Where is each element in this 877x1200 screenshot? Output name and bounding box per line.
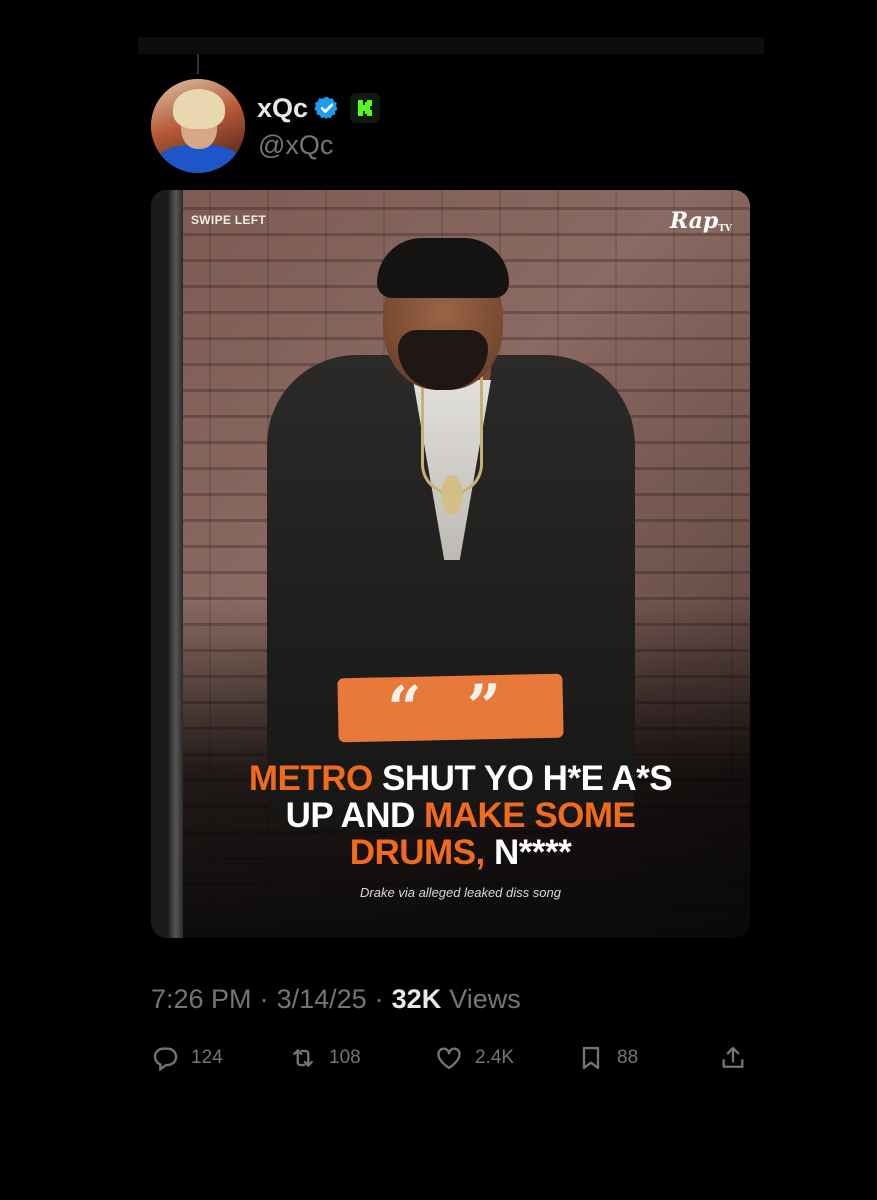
- kick-badge-icon: [350, 93, 381, 123]
- share-button[interactable]: [719, 1044, 747, 1072]
- thread-line: [197, 54, 199, 74]
- bookmark-count: 88: [617, 1047, 639, 1068]
- reply-count: 124: [191, 1047, 223, 1068]
- tweet-media-image[interactable]: SWIPE LEFT RapTV “ ” METRO SHUT YO H*E A…: [151, 190, 750, 938]
- avatar[interactable]: [151, 79, 245, 173]
- verified-badge-icon: [314, 96, 338, 120]
- tweet-date[interactable]: 3/14/25: [277, 984, 367, 1015]
- repost-button[interactable]: 108: [289, 1044, 361, 1072]
- tweet-meta: 7:26 PM · 3/14/25 · 32K Views: [151, 984, 521, 1015]
- like-count: 2.4K: [475, 1047, 515, 1068]
- share-icon: [722, 1046, 744, 1068]
- bookmark-button[interactable]: 88: [577, 1044, 638, 1072]
- views-label: Views: [449, 984, 521, 1014]
- top-bar: [138, 37, 764, 54]
- repost-count: 108: [329, 1047, 361, 1068]
- brand-logo: RapTV: [669, 208, 732, 234]
- tweet-time[interactable]: 7:26 PM: [151, 984, 252, 1015]
- action-bar: 124 108 2.4K 88: [151, 1044, 751, 1080]
- quote-marks-box: “ ”: [337, 672, 564, 744]
- repost-icon: [293, 1049, 313, 1067]
- bookmark-icon: [582, 1046, 600, 1070]
- headline: METRO SHUT YO H*E A*S UP AND MAKE SOME D…: [248, 759, 673, 872]
- reply-button[interactable]: 124: [151, 1044, 223, 1072]
- handle[interactable]: @xQc: [258, 130, 333, 161]
- reply-icon: [153, 1047, 178, 1072]
- separator-dot: ·: [259, 984, 269, 1014]
- heart-icon: [437, 1047, 461, 1070]
- like-button[interactable]: 2.4K: [435, 1044, 514, 1072]
- swipe-left-label: SWIPE LEFT: [191, 213, 266, 227]
- separator-dot: ·: [374, 984, 384, 1014]
- views-count: 32K: [391, 984, 442, 1014]
- author-row: xQc: [257, 90, 381, 126]
- display-name[interactable]: xQc: [257, 93, 308, 124]
- image-caption: Drake via alleged leaked diss song: [360, 885, 561, 900]
